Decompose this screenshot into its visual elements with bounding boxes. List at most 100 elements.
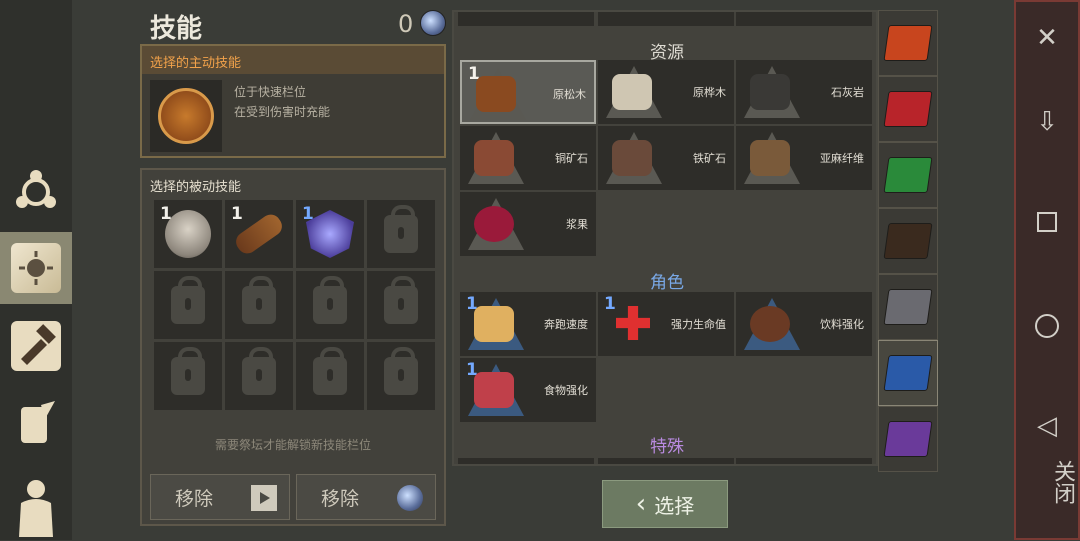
skill-item-iron-ore[interactable]: 铁矿石 <box>598 126 734 190</box>
lock-icon <box>384 205 418 253</box>
active-skill-panel: 选择的主动技能 位于快速栏位 在受到伤害时充能 <box>140 44 446 158</box>
nav-item-emblem[interactable] <box>0 156 72 228</box>
skill-item-berries[interactable]: 浆果 <box>460 192 596 256</box>
close-label[interactable]: 关闭 <box>1016 460 1078 504</box>
recents-square-icon[interactable] <box>1016 202 1078 242</box>
circle-shape <box>1035 314 1059 338</box>
lock-icon <box>384 276 418 324</box>
skill-item-food-boost[interactable]: 1 食物强化 <box>460 358 596 422</box>
nav-item-crafting[interactable] <box>0 310 72 382</box>
active-skill-slot[interactable] <box>150 80 222 152</box>
skill-book-icon <box>11 243 61 293</box>
skill-item-strong-health[interactable]: 1 强力生命值 <box>598 292 734 356</box>
skill-item-flax-fiber[interactable]: 亚麻纤维 <box>736 126 872 190</box>
nav-item-skills[interactable] <box>0 232 72 304</box>
health-cross-icon <box>616 306 650 340</box>
passive-slot-locked <box>367 342 435 410</box>
character-icon <box>11 477 61 537</box>
left-nav <box>0 0 72 540</box>
running-leg-icon <box>474 306 514 342</box>
skill-name: 铁矿石 <box>693 152 726 165</box>
skills-list-panel[interactable]: 资源 1 原松木 原桦木 石灰岩 铜矿石 铁矿石 亚麻纤维 浆果 角色 1 奔跑… <box>452 10 878 466</box>
lock-icon <box>384 347 418 395</box>
skill-name: 铜矿石 <box>555 152 588 165</box>
active-skill-header: 选择的主动技能 <box>142 46 444 74</box>
select-label: 选择 <box>654 493 695 518</box>
back-triangle-icon[interactable]: ◁ <box>1016 406 1078 446</box>
remove-with-video-button[interactable]: 移除 <box>150 474 290 520</box>
pine-log-icon <box>476 76 516 112</box>
passive-skill-grid: 1 1 1 <box>154 200 435 410</box>
collapse-down-icon[interactable]: ⇩ <box>1016 102 1078 142</box>
remove-label: 移除 <box>175 487 214 510</box>
skill-item-limestone[interactable]: 石灰岩 <box>736 60 872 124</box>
gem-icon <box>397 485 423 511</box>
tab-category-mask[interactable] <box>878 208 938 274</box>
list-strip <box>598 458 734 464</box>
passive-slot[interactable]: 1 <box>154 200 222 268</box>
sun-book-icon <box>883 25 933 61</box>
copper-ore-icon <box>474 140 514 176</box>
passive-slot-locked <box>296 342 364 410</box>
skill-item-drink-boost[interactable]: 饮料强化 <box>736 292 872 356</box>
select-button[interactable]: ‹ 选择 <box>602 480 728 528</box>
lock-icon <box>313 347 347 395</box>
chevron-left-icon: ‹ <box>635 489 647 519</box>
pickaxe-book-icon <box>883 289 933 325</box>
nav-item-recipes[interactable] <box>0 388 72 460</box>
nav-item-character[interactable] <box>0 466 72 538</box>
cross-book-icon <box>883 157 933 193</box>
lock-icon <box>171 276 205 324</box>
gem-icon <box>420 10 446 36</box>
remove-with-gem-button[interactable]: 移除 <box>296 474 436 520</box>
skill-item-run-speed[interactable]: 1 奔跑速度 <box>460 292 596 356</box>
system-nav-bar: ✕ ⇩ ◁ 关闭 <box>1014 0 1080 540</box>
skill-count: 1 <box>604 294 616 314</box>
close-icon[interactable]: ✕ <box>1016 18 1078 58</box>
square-shape <box>1037 212 1057 232</box>
home-circle-icon[interactable] <box>1016 306 1078 346</box>
active-desc-line2: 在受到伤害时充能 <box>234 105 331 119</box>
skill-name: 浆果 <box>566 218 588 231</box>
list-strip <box>736 458 872 464</box>
unlock-note: 需要祭坛才能解锁新技能栏位 <box>214 438 371 452</box>
skill-name: 亚麻纤维 <box>820 152 864 165</box>
active-skill-medal-icon <box>158 88 214 144</box>
skill-item-pine-log[interactable]: 1 原松木 <box>460 60 596 124</box>
passive-slot-locked <box>154 271 222 339</box>
sword-book-icon <box>883 91 933 127</box>
zombie-portrait-icon <box>165 210 211 258</box>
triskelion-icon <box>11 167 61 217</box>
skill-name: 石灰岩 <box>831 86 864 99</box>
passive-slot[interactable]: 1 <box>296 200 364 268</box>
skill-item-copper-ore[interactable]: 铜矿石 <box>460 126 596 190</box>
passive-slot-locked <box>225 342 293 410</box>
tab-category-sun[interactable] <box>878 10 938 76</box>
gem-counter: 0 <box>398 10 414 38</box>
active-skill-description: 位于快速栏位 在受到伤害时充能 <box>234 82 330 122</box>
passive-slot-locked <box>296 271 364 339</box>
passive-slot-locked <box>367 200 435 268</box>
skill-name: 原桦木 <box>693 86 726 99</box>
character-book-icon <box>883 355 933 391</box>
slot-count: 1 <box>231 204 243 224</box>
tab-category-combat[interactable] <box>878 76 938 142</box>
tab-category-health[interactable] <box>878 142 938 208</box>
active-desc-line1: 位于快速栏位 <box>234 85 307 99</box>
lock-icon <box>242 276 276 324</box>
arrows-book-icon <box>883 421 933 457</box>
tab-category-tools[interactable] <box>878 274 938 340</box>
tab-category-character[interactable] <box>878 340 938 406</box>
slot-count: 1 <box>160 204 172 224</box>
skill-name: 饮料强化 <box>820 318 864 331</box>
film-video-icon <box>249 483 279 513</box>
page-title: 技能 <box>150 14 203 44</box>
scroll-quill-icon <box>11 399 61 449</box>
lock-icon <box>242 347 276 395</box>
skill-item-birch-log[interactable]: 原桦木 <box>598 60 734 124</box>
list-strip <box>458 12 594 26</box>
skill-name: 食物强化 <box>544 384 588 397</box>
tab-category-special[interactable] <box>878 406 938 472</box>
list-strip <box>736 12 872 26</box>
passive-slot[interactable]: 1 <box>225 200 293 268</box>
